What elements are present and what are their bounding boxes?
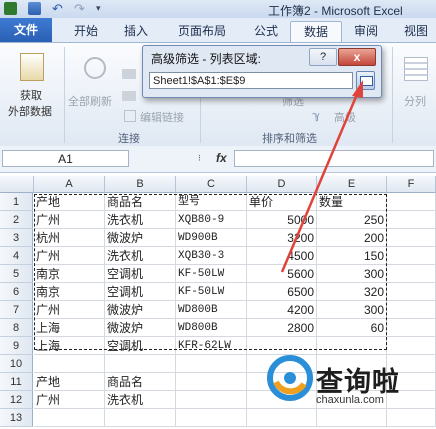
arrow-line xyxy=(280,91,360,273)
watermark-logo-icon xyxy=(267,355,313,401)
watermark-url: chaxunla.com xyxy=(316,394,384,406)
arrow-head xyxy=(352,80,363,98)
